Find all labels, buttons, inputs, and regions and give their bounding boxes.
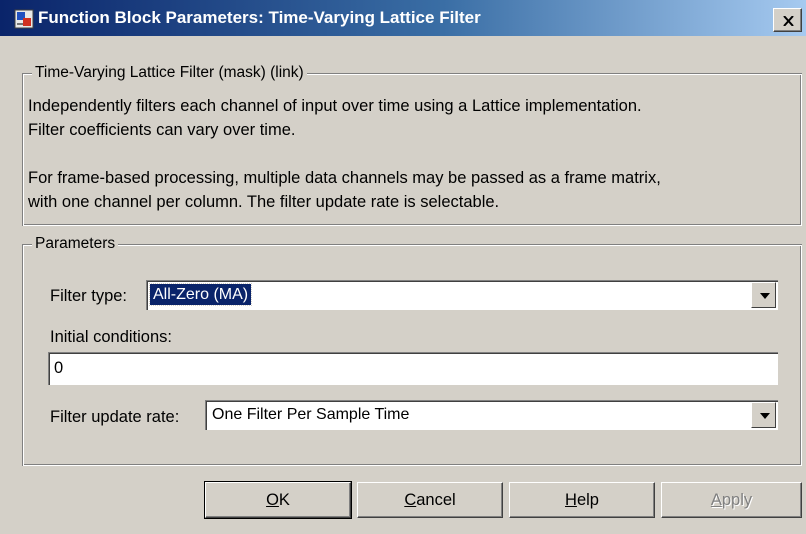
help-button[interactable]: Help: [509, 482, 655, 518]
apply-mnemonic: A: [710, 491, 722, 509]
filter-type-value: All-Zero (MA): [148, 283, 253, 306]
chevron-down-icon[interactable]: [751, 282, 776, 308]
title-bar[interactable]: Function Block Parameters: Time-Varying …: [0, 0, 806, 36]
initial-conditions-label: Initial conditions:: [50, 328, 172, 346]
help-mnemonic: H: [565, 491, 577, 509]
ok-label: K: [278, 491, 290, 509]
filter-type-label: Filter type:: [50, 287, 128, 305]
filter-update-rate-select[interactable]: One Filter Per Sample Time: [205, 400, 778, 430]
simulink-block-icon[interactable]: [14, 9, 34, 29]
help-label: elp: [576, 491, 599, 509]
filter-update-rate-label: Filter update rate:: [50, 408, 180, 426]
chevron-down-icon[interactable]: [751, 402, 776, 428]
description-line-4: with one channel per column. The filter …: [28, 193, 500, 211]
window-title: Function Block Parameters: Time-Varying …: [38, 8, 481, 27]
cancel-label: ancel: [416, 491, 456, 509]
cancel-button[interactable]: Cancel: [357, 482, 503, 518]
description-line-1: Independently filters each channel of in…: [28, 97, 642, 115]
close-button[interactable]: [773, 8, 802, 32]
cancel-mnemonic: C: [404, 491, 417, 509]
close-icon: [783, 16, 794, 26]
apply-label: pply: [721, 491, 753, 509]
initial-conditions-input[interactable]: 0: [48, 352, 778, 385]
description-line-3: For frame-based processing, multiple dat…: [28, 169, 661, 187]
description-line-2: Filter coefficients can vary over time.: [28, 121, 296, 139]
parameters-group-label: Parameters: [32, 234, 119, 254]
filter-update-rate-value: One Filter Per Sample Time: [212, 406, 410, 423]
ok-mnemonic: O: [266, 491, 279, 509]
ok-button[interactable]: OK: [204, 481, 352, 519]
description-group-label: Time-Varying Lattice Filter (mask) (link…: [32, 63, 307, 83]
apply-button[interactable]: Apply: [661, 482, 802, 518]
filter-type-select[interactable]: All-Zero (MA): [146, 280, 778, 310]
